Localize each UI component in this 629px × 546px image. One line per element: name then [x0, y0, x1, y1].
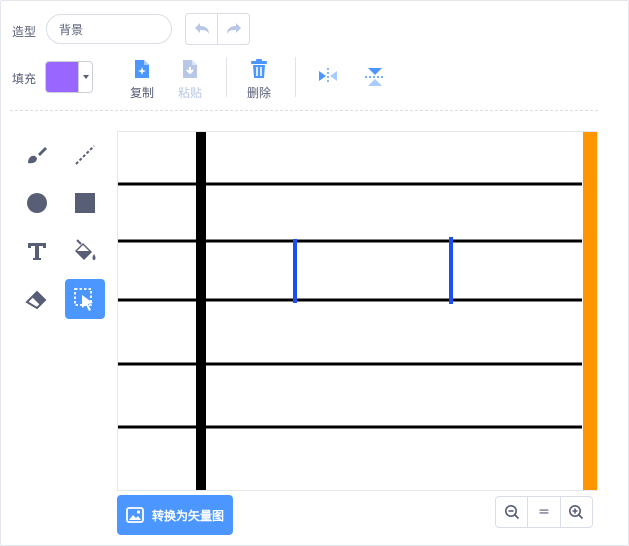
zoom-controls: = — [495, 496, 593, 528]
trash-icon — [251, 59, 267, 78]
fill-color-swatch — [46, 62, 78, 92]
brush-icon — [28, 147, 47, 164]
eraser-icon — [25, 290, 47, 310]
zoom-out-icon — [504, 505, 519, 520]
costume-label: 造型 — [12, 25, 37, 39]
fill-icon — [75, 239, 96, 260]
copy-button[interactable]: 复制 — [126, 58, 158, 101]
chevron-down-icon — [78, 62, 92, 92]
undo-button[interactable] — [186, 14, 217, 44]
eraser-tool[interactable] — [17, 279, 57, 319]
line-tool[interactable] — [65, 135, 105, 175]
flip-horizontal-icon — [319, 68, 337, 84]
paste-button[interactable]: 粘贴 — [174, 58, 206, 101]
costume-name-input[interactable] — [46, 14, 172, 44]
select-tool[interactable] — [65, 279, 105, 319]
toolbar-separator — [10, 110, 598, 111]
delete-label: 删除 — [246, 86, 271, 100]
toolbar-divider — [226, 57, 227, 97]
redo-icon — [226, 23, 241, 34]
rectangle-tool[interactable] — [65, 183, 105, 223]
flip-horizontal-button[interactable] — [317, 67, 339, 85]
canvas-artwork — [118, 132, 597, 490]
flip-vertical-button[interactable] — [364, 66, 386, 88]
brush-tool[interactable] — [17, 135, 57, 175]
line-icon — [75, 145, 95, 165]
fill-label: 填充 — [12, 72, 37, 86]
paste-label: 粘贴 — [177, 86, 202, 100]
undo-redo-group — [185, 13, 250, 45]
undo-icon — [194, 23, 209, 34]
toolbar-divider — [295, 57, 296, 97]
zoom-out-button[interactable] — [496, 497, 527, 527]
drawing-canvas[interactable] — [117, 131, 598, 491]
delete-button[interactable]: 删除 — [243, 58, 275, 101]
image-icon — [126, 507, 144, 523]
circle-tool[interactable] — [17, 183, 57, 223]
text-icon — [28, 243, 46, 260]
zoom-in-button[interactable] — [559, 497, 592, 527]
zoom-in-icon — [569, 505, 584, 520]
fill-tool[interactable] — [65, 231, 105, 271]
rectangle-icon — [75, 193, 95, 213]
circle-icon — [27, 193, 47, 213]
convert-to-vector-button[interactable]: 转换为矢量图 — [117, 495, 233, 535]
copy-label: 复制 — [129, 86, 154, 100]
text-tool[interactable] — [17, 231, 57, 271]
zoom-reset-button[interactable]: = — [527, 497, 559, 527]
paste-icon — [183, 60, 197, 78]
redo-button[interactable] — [217, 14, 249, 44]
copy-icon — [135, 60, 149, 78]
fill-color-picker[interactable] — [45, 61, 93, 93]
convert-label: 转换为矢量图 — [151, 508, 224, 523]
flip-vertical-icon — [365, 68, 385, 86]
zoom-reset-label: = — [538, 504, 550, 520]
select-icon — [74, 288, 93, 311]
